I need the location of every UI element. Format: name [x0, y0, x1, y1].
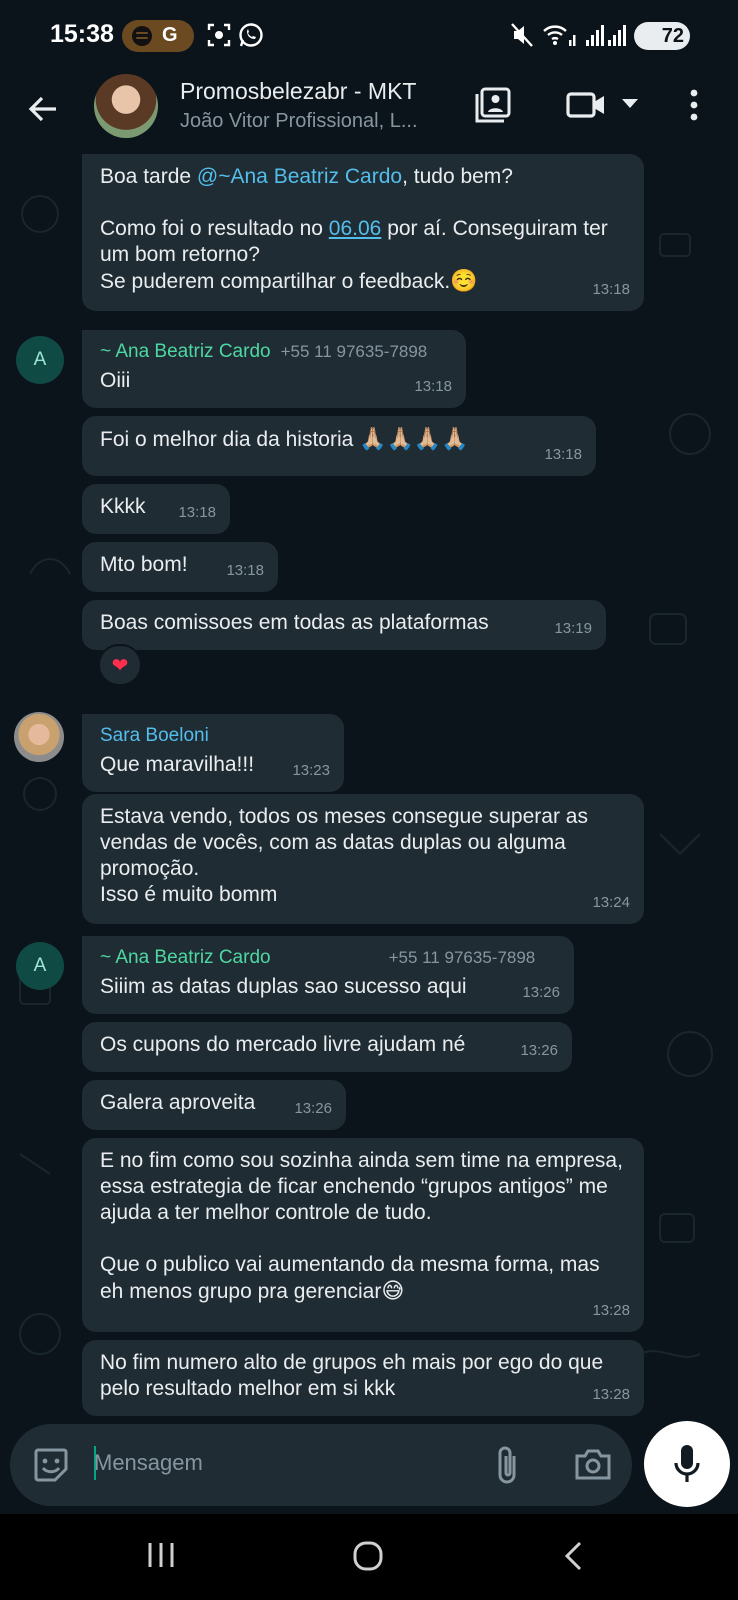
system-navigation-bar — [0, 1514, 738, 1600]
sender-phone: +55 11 97635-7898 — [280, 342, 428, 361]
message-time: 13:18 — [178, 504, 216, 521]
message-time: 13:28 — [592, 1386, 630, 1403]
status-time: 15:38 — [50, 20, 114, 48]
message-text: Siiim as datas duplas sao sucesso aqui — [100, 975, 467, 998]
mention-link[interactable]: @~Ana Beatriz Cardo — [197, 165, 402, 188]
heart-reaction[interactable]: ❤ — [98, 644, 142, 686]
message-bubble-incoming[interactable]: ~ Ana Beatriz Cardo +55 11 97635-7898 Sii… — [82, 936, 574, 1014]
sweat-smile-emoji: 😅 — [381, 1278, 405, 1303]
message-bubble-incoming[interactable]: Galera aproveita 13:26 — [82, 1080, 346, 1130]
sender-phone: +55 11 97635-7898 — [388, 948, 536, 967]
sender-avatar-ana[interactable]: A — [16, 942, 64, 990]
message-time: 13:26 — [520, 1042, 558, 1059]
message-text: Se puderem compartilhar o feedback.☺️ — [100, 268, 478, 293]
group-participants[interactable]: João Vitor Profissional, L... — [180, 110, 450, 133]
whatsapp-icon — [239, 23, 263, 47]
message-text: Foi o melhor dia da historia 🙏🏼🙏🏼🙏🏼🙏🏼 — [100, 426, 469, 451]
message-bubble-incoming[interactable]: Estava vendo, todos os meses consegue su… — [82, 794, 644, 924]
message-bubble-incoming[interactable]: Boa tarde @~Ana Beatriz Cardo, tudo bem?… — [82, 154, 644, 311]
chat-header: Promosbelezabr - MKT João Vitor Profissi… — [0, 72, 738, 154]
message-bubble-incoming[interactable]: ~ Ana Beatriz Cardo +55 11 97635-7898 Oii… — [82, 330, 466, 408]
message-time: 13:26 — [522, 984, 560, 1001]
back-nav-icon[interactable] — [562, 1540, 584, 1572]
recent-apps-icon[interactable] — [146, 1540, 176, 1570]
screen-capture-icon — [207, 23, 231, 47]
mute-icon — [511, 23, 533, 47]
sender-name[interactable]: ~ Ana Beatriz Cardo +55 11 97635-7898 — [100, 340, 448, 364]
status-notification-pill: G — [122, 20, 194, 52]
praying-hands-emoji: 🙏🏼🙏🏼🙏🏼🙏🏼 — [359, 426, 469, 451]
message-time: 13:18 — [226, 562, 264, 579]
home-icon[interactable] — [352, 1540, 384, 1572]
attach-icon[interactable] — [492, 1444, 522, 1486]
sender-avatar-ana[interactable]: A — [16, 336, 64, 384]
smiling-emoji: ☺️ — [450, 268, 478, 293]
message-text: E no fim como sou sozinha ainda sem time… — [100, 1149, 629, 1224]
message-text: No fim numero alto de grupos eh mais por… — [100, 1351, 609, 1400]
message-list[interactable]: Boa tarde @~Ana Beatriz Cardo, tudo bem?… — [0, 154, 738, 1416]
message-input[interactable]: Mensagem — [94, 1450, 203, 1476]
message-time: 13:26 — [294, 1100, 332, 1117]
chevron-down-icon[interactable] — [620, 96, 640, 112]
message-time: 13:18 — [592, 281, 630, 298]
sender-name[interactable]: ~ Ana Beatriz Cardo +55 11 97635-7898 — [100, 946, 556, 970]
group-avatar[interactable] — [94, 74, 158, 138]
message-text: Que o publico vai aumentando da mesma fo… — [100, 1253, 606, 1303]
message-text: Boa tarde @~Ana Beatriz Cardo, tudo bem? — [100, 165, 513, 188]
voice-record-button[interactable] — [644, 1421, 730, 1507]
message-bubble-incoming[interactable]: Kkkk 13:18 — [82, 484, 230, 534]
message-bubble-incoming[interactable]: Mto bom! 13:18 — [82, 542, 278, 592]
group-title[interactable]: Promosbelezabr - MKT — [180, 78, 416, 105]
message-bubble-incoming[interactable]: No fim numero alto de grupos eh mais por… — [82, 1340, 644, 1416]
message-text: Como foi o resultado no 06.06 por aí. Co… — [100, 217, 614, 266]
video-call-icon[interactable] — [566, 86, 606, 124]
message-time: 13:24 — [592, 894, 630, 911]
sticker-emoji-icon[interactable] — [32, 1446, 70, 1484]
google-icon: G — [162, 24, 178, 46]
message-bubble-incoming[interactable]: Sara Boeloni Que maravilha!!! 13:23 — [82, 714, 344, 792]
message-bubble-incoming[interactable]: Boas comissoes em todas as plataformas 1… — [82, 600, 606, 650]
message-text: Estava vendo, todos os meses consegue su… — [100, 805, 588, 906]
back-arrow-icon[interactable] — [26, 92, 60, 126]
battery-indicator: 72 — [634, 22, 690, 50]
spotify-icon — [132, 26, 152, 46]
message-text: Oiii — [100, 369, 131, 392]
camera-icon[interactable] — [574, 1446, 612, 1482]
message-time: 13:18 — [544, 446, 582, 463]
message-text: Boas comissoes em todas as plataformas — [100, 611, 489, 634]
message-time: 13:19 — [554, 620, 592, 637]
more-options-icon[interactable] — [688, 86, 700, 124]
message-bubble-incoming[interactable]: Os cupons do mercado livre ajudam né 13:… — [82, 1022, 572, 1072]
contact-card-icon[interactable] — [474, 86, 512, 124]
signal-icon-2 — [608, 25, 626, 46]
message-bubble-incoming[interactable]: E no fim como sou sozinha ainda sem time… — [82, 1138, 644, 1332]
microphone-icon — [674, 1445, 700, 1482]
message-composer[interactable]: Mensagem — [10, 1424, 632, 1506]
sender-name[interactable]: Sara Boeloni — [100, 724, 326, 748]
message-text: Os cupons do mercado livre ajudam né — [100, 1033, 466, 1056]
signal-icon-1 — [586, 25, 604, 46]
sender-avatar-sara[interactable] — [14, 712, 64, 762]
battery-level: 72 — [661, 25, 684, 47]
message-time: 13:28 — [592, 1302, 630, 1319]
wifi-icon — [543, 25, 576, 46]
message-bubble-incoming[interactable]: Foi o melhor dia da historia 🙏🏼🙏🏼🙏🏼🙏🏼 13… — [82, 416, 596, 476]
status-bar: 15:38 G 72 — [0, 0, 738, 72]
message-time: 13:18 — [414, 378, 452, 395]
date-link[interactable]: 06.06 — [329, 217, 382, 240]
message-time: 13:23 — [292, 762, 330, 779]
